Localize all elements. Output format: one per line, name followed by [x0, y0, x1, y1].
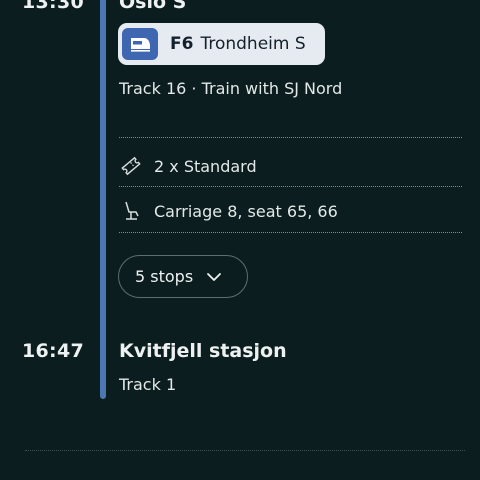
departure-time: 13:30	[22, 0, 84, 13]
ticket-icon	[119, 154, 143, 178]
line-destination: Trondheim S	[200, 34, 306, 54]
departure-station: Oslo S	[119, 0, 187, 13]
line-chip[interactable]: F6 Trondheim S	[118, 23, 325, 65]
arrival-station: Kvitfjell stasjon	[119, 340, 287, 362]
chevron-down-icon	[206, 272, 222, 282]
divider	[119, 186, 462, 187]
route-line	[100, 0, 106, 399]
track-info: Track 16 · Train with SJ Nord	[119, 79, 343, 98]
divider	[119, 137, 462, 138]
arrival-time: 16:47	[22, 340, 84, 362]
seat-row: Carriage 8, seat 65, 66	[119, 199, 338, 223]
ticket-label: 2 x Standard	[154, 156, 257, 176]
stops-label: 5 stops	[135, 267, 194, 286]
divider	[119, 232, 462, 233]
seat-label: Carriage 8, seat 65, 66	[154, 201, 338, 221]
stops-toggle-button[interactable]: 5 stops	[118, 255, 248, 298]
line-code: F6	[170, 34, 194, 54]
train-icon	[122, 28, 158, 60]
bottom-divider	[25, 450, 465, 451]
ticket-row: 2 x Standard	[119, 154, 257, 178]
arrival-track: Track 1	[119, 375, 177, 394]
seat-icon	[119, 199, 143, 223]
